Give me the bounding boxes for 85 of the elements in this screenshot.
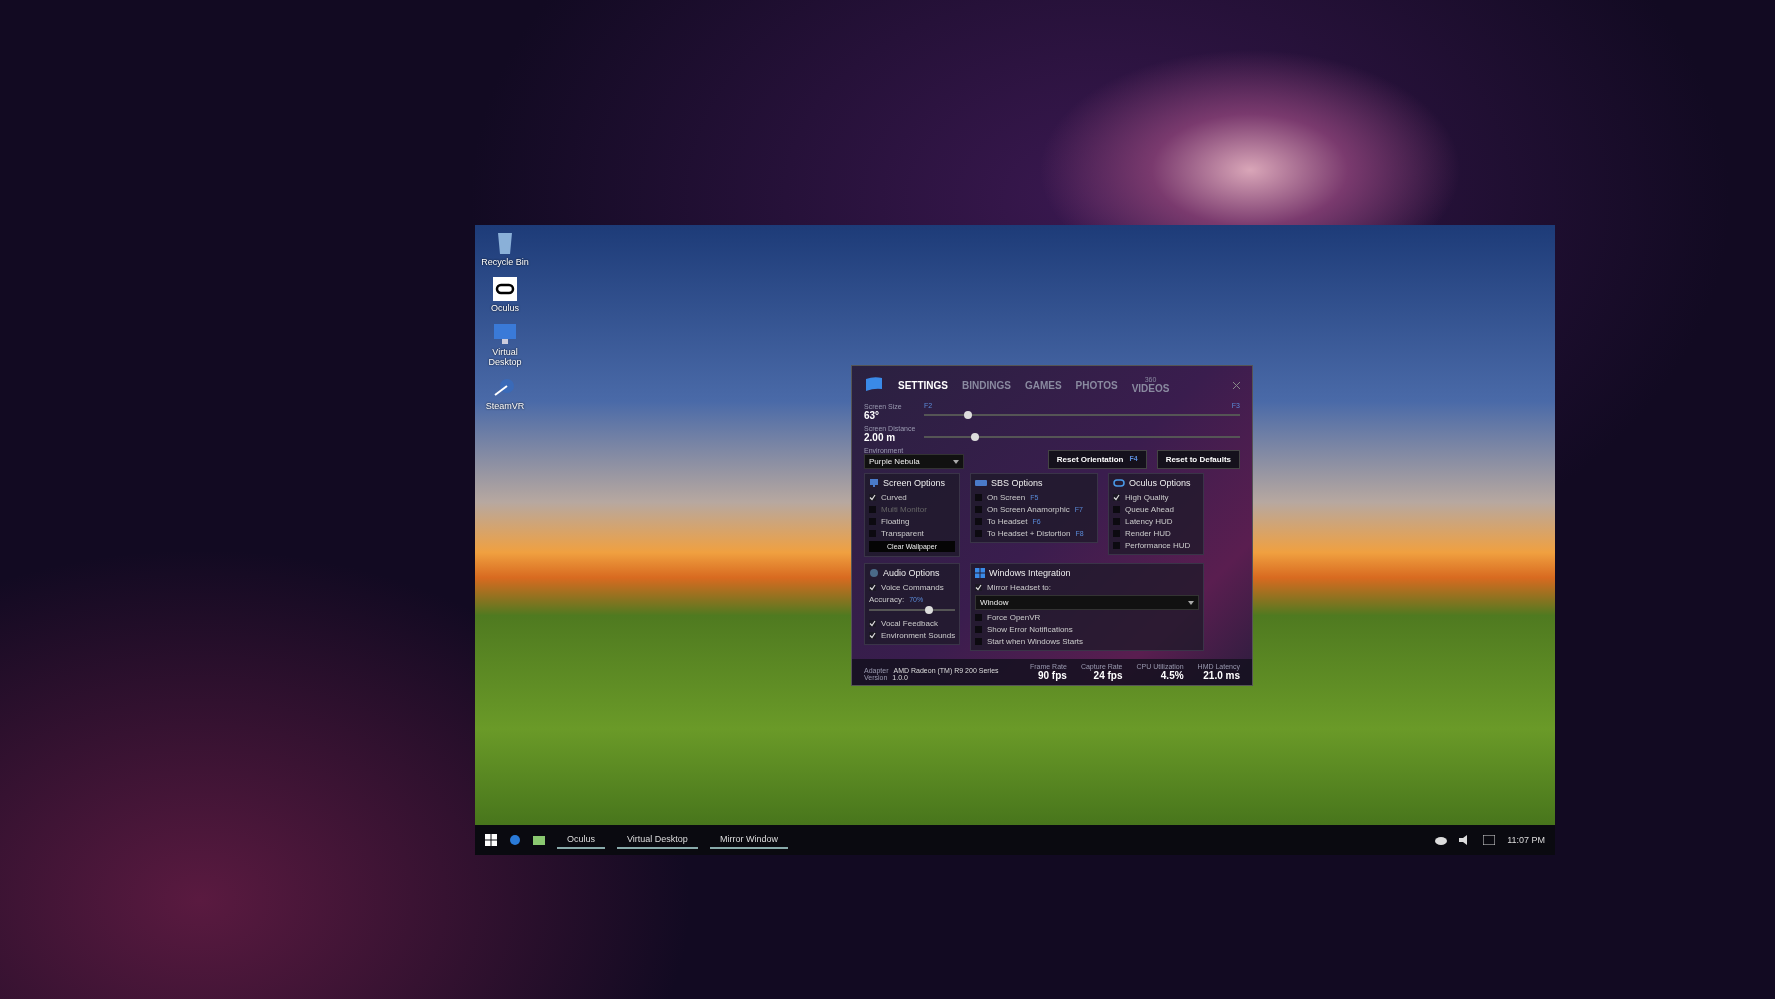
checkbox[interactable]	[975, 626, 982, 633]
checkbox[interactable]	[975, 638, 982, 645]
cloud-icon[interactable]	[1435, 835, 1448, 845]
windows-start-icon[interactable]	[485, 834, 497, 846]
slider-label: Accuracy:	[869, 595, 905, 604]
tab[interactable]: VIDEOS	[1131, 383, 1170, 394]
taskbar-item[interactable]: Virtual Desktop	[617, 831, 698, 849]
checkbox[interactable]	[1113, 542, 1120, 549]
headset-icon	[493, 277, 517, 301]
close-icon[interactable]	[1233, 381, 1240, 389]
checkbox[interactable]	[975, 506, 982, 513]
checkbox-label: Mirror Headset to:	[987, 583, 1052, 592]
tab[interactable]: PHOTOS	[1075, 379, 1118, 391]
panel-title: SBS Options	[991, 478, 1043, 488]
checkbox-label: Force OpenVR	[987, 613, 1041, 622]
checkbox-label: Voice Commands	[881, 583, 944, 592]
desktop-icon-label[interactable]: Recycle Bin	[481, 257, 529, 267]
microphone-icon	[869, 568, 879, 578]
desktop-icon-label[interactable]: Virtual Desktop	[479, 347, 531, 367]
checkbox[interactable]	[1113, 494, 1120, 501]
checkbox[interactable]	[975, 518, 982, 525]
tab[interactable]: BINDINGS	[962, 379, 1011, 391]
stat-value: 21.0 ms	[1203, 670, 1240, 681]
monitor-icon	[869, 478, 879, 488]
checkbox-label: Vocal Feedback	[881, 619, 938, 628]
action-button[interactable]: Reset to Defaults	[1156, 450, 1240, 469]
checkbox[interactable]	[869, 518, 876, 525]
caret-icon	[1188, 600, 1194, 605]
stat-value: 90 fps	[1037, 670, 1067, 681]
tab[interactable]: SETTINGS	[898, 379, 948, 391]
stat-value: 24 fps	[1093, 670, 1123, 681]
checkbox-label: To Headset + Distortion	[987, 529, 1071, 538]
stat-value: 4.5%	[1160, 670, 1184, 681]
dropdown[interactable]: Window	[975, 595, 1199, 610]
checkbox-label: Curved	[881, 493, 907, 502]
checkbox[interactable]	[869, 494, 876, 501]
checkbox-label: On Screen Anamorphic	[987, 505, 1070, 514]
checkbox[interactable]	[975, 614, 982, 621]
checkbox[interactable]	[1113, 530, 1120, 537]
checkbox[interactable]	[975, 530, 982, 537]
checkbox[interactable]	[975, 494, 982, 501]
checkbox-label: Start when Windows Starts	[987, 637, 1084, 646]
headset-icon	[1113, 479, 1125, 487]
checkbox-label: Show Error Notifications	[987, 625, 1073, 634]
browser-icon[interactable]	[509, 834, 521, 846]
checkbox-label: Environment Sounds	[881, 631, 956, 640]
checkbox[interactable]	[1113, 518, 1120, 525]
taskbar-item[interactable]: Oculus	[557, 831, 605, 849]
slider-thumb[interactable]	[970, 433, 979, 441]
folder-icon[interactable]	[533, 834, 545, 846]
checkbox-label: High Quality	[1125, 493, 1169, 502]
desktop-icon-label[interactable]: Oculus	[491, 303, 519, 313]
checkbox-label: Transparent	[881, 529, 924, 538]
checkbox-label: To Headset	[987, 517, 1028, 526]
checkbox-label: Render HUD	[1125, 529, 1171, 538]
checkbox[interactable]	[975, 584, 982, 591]
checkbox-label: Queue Ahead	[1125, 505, 1174, 514]
monitor-icon	[493, 323, 517, 345]
slider-thumb[interactable]	[925, 606, 934, 614]
panel-title: Screen Options	[883, 478, 946, 488]
checkbox[interactable]	[869, 584, 876, 591]
windows-logo-icon	[975, 568, 985, 578]
checkbox-label: Multi Monitor	[881, 505, 927, 514]
checkbox-label: Performance HUD	[1125, 541, 1191, 550]
checkbox-label: Latency HUD	[1125, 517, 1173, 526]
monitor-logo-icon	[864, 376, 884, 394]
checkbox-label: Floating	[881, 517, 910, 526]
panel-title: Oculus Options	[1129, 478, 1191, 488]
panel-title: Audio Options	[883, 568, 940, 578]
checkbox[interactable]	[869, 620, 876, 627]
tab[interactable]: GAMES	[1024, 379, 1062, 391]
slider-value: 2.00 m	[864, 432, 897, 443]
slider-value: 63°	[864, 410, 881, 421]
checkbox[interactable]	[869, 530, 876, 537]
panel-title: Windows Integration	[989, 568, 1071, 578]
checkbox-label: On Screen	[987, 493, 1026, 502]
checkbox[interactable]	[869, 632, 876, 639]
checkbox[interactable]	[1113, 506, 1120, 513]
slider-thumb[interactable]	[964, 411, 973, 419]
message-icon[interactable]	[1483, 835, 1496, 845]
caret-icon	[953, 459, 959, 464]
taskbar-item[interactable]: Mirror Window	[709, 831, 788, 849]
environment-dropdown[interactable]: Purple Nebula	[864, 454, 964, 469]
desktop-icon-label[interactable]: SteamVR	[485, 401, 525, 411]
clock[interactable]: 11:07 PM	[1507, 835, 1545, 845]
